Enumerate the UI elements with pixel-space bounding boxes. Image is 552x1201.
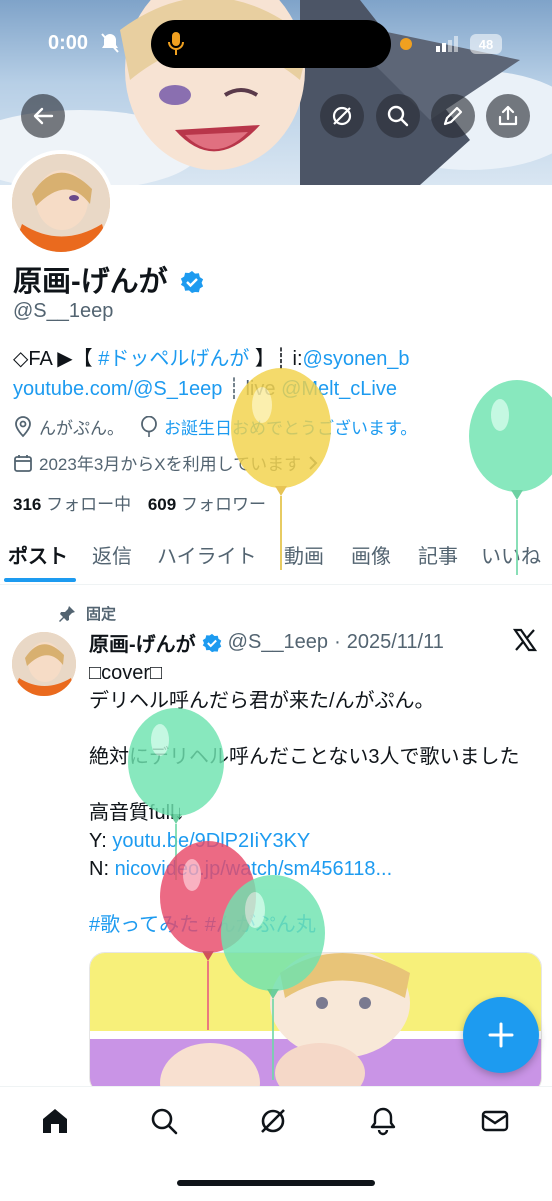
nico-label: N: <box>89 858 115 880</box>
profile-joined-date[interactable]: 2023年3月からXを利用しています <box>13 450 319 475</box>
tab-videos[interactable]: 動画 <box>284 540 324 569</box>
grok-icon <box>332 106 352 126</box>
profile-stats: 316 フォロー中 609 フォロワー <box>13 490 266 515</box>
home-icon <box>43 1109 67 1133</box>
tab-likes[interactable]: いいね <box>481 540 541 569</box>
back-arrow-icon <box>33 107 54 125</box>
signal-icon <box>436 36 460 57</box>
search-button[interactable] <box>376 94 420 138</box>
hashtag-link[interactable]: #歌ってみた <box>89 914 199 936</box>
balloon-icon <box>141 415 157 437</box>
nav-search-button[interactable] <box>146 1103 182 1139</box>
x-logo-icon[interactable] <box>512 628 538 657</box>
tab-highlights[interactable]: ハイライト <box>157 540 257 569</box>
birthday-text[interactable]: お誕生日おめでとうございます。 <box>164 414 417 439</box>
joined-text: 2023年3月からXを利用しています <box>39 455 302 474</box>
bio-text: ┊ live <box>222 378 282 400</box>
verified-badge-icon <box>180 269 204 302</box>
post-separator: · <box>334 631 341 653</box>
green-balloon <box>128 708 224 880</box>
active-tab-indicator <box>4 578 76 582</box>
followers-count: 609 <box>147 495 177 514</box>
pin-icon <box>59 605 75 622</box>
mute-icon <box>100 32 120 59</box>
plus-icon <box>488 1022 514 1048</box>
status-bar: 0:00 48 <box>0 18 552 70</box>
hashtag-link[interactable]: #んがぷん丸 <box>205 914 316 936</box>
grok-icon <box>261 1109 285 1133</box>
display-name-text: 原画-げんが <box>13 266 168 298</box>
followers-link[interactable]: 609 フォロワー <box>148 495 266 514</box>
grok-button[interactable] <box>320 94 364 138</box>
location-pin-icon <box>15 415 31 437</box>
edit-button[interactable] <box>431 94 475 138</box>
post-nico-line: N: nicovideo.jp/watch/sm456118... <box>89 856 392 882</box>
nav-messages-button[interactable] <box>477 1103 513 1139</box>
recording-dot-icon <box>400 38 412 50</box>
profile-location: んがぷん。 <box>13 414 124 439</box>
bio-mention-link[interactable]: @Melt_cLive <box>281 378 397 400</box>
search-icon <box>387 105 409 127</box>
post-hashtags: #歌ってみた #んがぷん丸 <box>89 912 316 938</box>
calendar-icon <box>14 454 32 472</box>
profile-avatar[interactable] <box>8 150 114 256</box>
post-author-avatar[interactable] <box>12 632 76 696</box>
post-text-line: 絶対にデリヘル呼んだことない3人で歌いました <box>89 746 520 768</box>
bio-mention-link[interactable]: @syonen_b <box>303 348 410 370</box>
bio-hashtag-link[interactable]: #ドッペルげんが <box>98 348 249 370</box>
pinned-indicator: 固定 <box>58 603 116 624</box>
post-author-name[interactable]: 原画-げんが <box>89 628 196 657</box>
followers-label: フォロワー <box>180 495 266 514</box>
post-text-line: □cover□ <box>89 662 163 684</box>
post-text-line: デリヘル呼んだら君が来た/んがぷん。 <box>89 690 435 712</box>
bio-url-link[interactable]: youtube.com/@S_1eep <box>13 378 222 400</box>
bio-text: 】┊ i: <box>249 348 303 370</box>
post-text-line: 高音質full↓ <box>89 802 185 824</box>
home-indicator <box>177 1180 375 1186</box>
compose-post-button[interactable] <box>463 997 539 1073</box>
share-button[interactable] <box>486 94 530 138</box>
back-button[interactable] <box>21 94 65 138</box>
post-header: 原画-げんが @S__1eep · 2025/11/11 <box>89 628 444 657</box>
bell-icon <box>370 1107 396 1136</box>
tab-posts[interactable]: ポスト <box>8 540 68 569</box>
share-icon <box>498 105 518 126</box>
nav-grok-button[interactable] <box>255 1103 291 1139</box>
profile-display-name: 原画-げんが <box>13 258 204 302</box>
nav-notifications-button[interactable] <box>365 1103 401 1139</box>
following-label: フォロー中 <box>46 495 132 514</box>
post-date: 2025/11/11 <box>346 631 444 653</box>
tab-images[interactable]: 画像 <box>351 540 391 569</box>
profile-birthday[interactable]: お誕生日おめでとうございます。 <box>140 414 417 439</box>
following-link[interactable]: 316 フォロー中 <box>13 495 136 514</box>
youtube-label: Y: <box>89 830 113 852</box>
youtube-link[interactable]: youtu.be/9DlP2IiY3KY <box>112 830 310 852</box>
avatar-illustration <box>12 154 110 252</box>
dynamic-island <box>151 20 391 68</box>
search-icon <box>151 1108 178 1135</box>
nav-home-button[interactable] <box>37 1103 73 1139</box>
chevron-right-icon <box>309 455 318 470</box>
profile-handle: @S__1eep <box>13 300 114 322</box>
bio-line-2: youtube.com/@S_1eep ┊ live @Melt_cLive <box>13 374 543 404</box>
following-count: 316 <box>13 495 42 514</box>
edit-icon <box>443 106 463 126</box>
post-youtube-line: Y: youtu.be/9DlP2IiY3KY <box>89 828 310 854</box>
verified-badge-icon <box>202 633 221 652</box>
microphone-icon <box>167 31 185 62</box>
mail-icon <box>481 1110 509 1132</box>
tab-replies[interactable]: 返信 <box>92 540 132 569</box>
battery-level: 48 <box>478 36 494 52</box>
avatar-illustration <box>12 632 76 696</box>
status-time: 0:00 <box>48 32 89 54</box>
bio-line-1: ◇FA ▶【 #ドッペルげんが 】┊ i:@syonen_b <box>13 344 543 374</box>
bio-text: ◇FA ▶【 <box>13 348 99 370</box>
pinned-label: 固定 <box>86 606 117 623</box>
tab-articles[interactable]: 記事 <box>418 540 458 569</box>
profile-tabs: ポスト 返信 ハイライト 動画 画像 記事 いいね <box>0 528 552 585</box>
nico-link[interactable]: nicovideo.jp/watch/sm456118... <box>115 858 393 880</box>
battery-icon: 48 <box>470 34 502 54</box>
post-author-handle: @S__1eep <box>227 631 329 653</box>
location-text: んがぷん。 <box>39 419 124 438</box>
